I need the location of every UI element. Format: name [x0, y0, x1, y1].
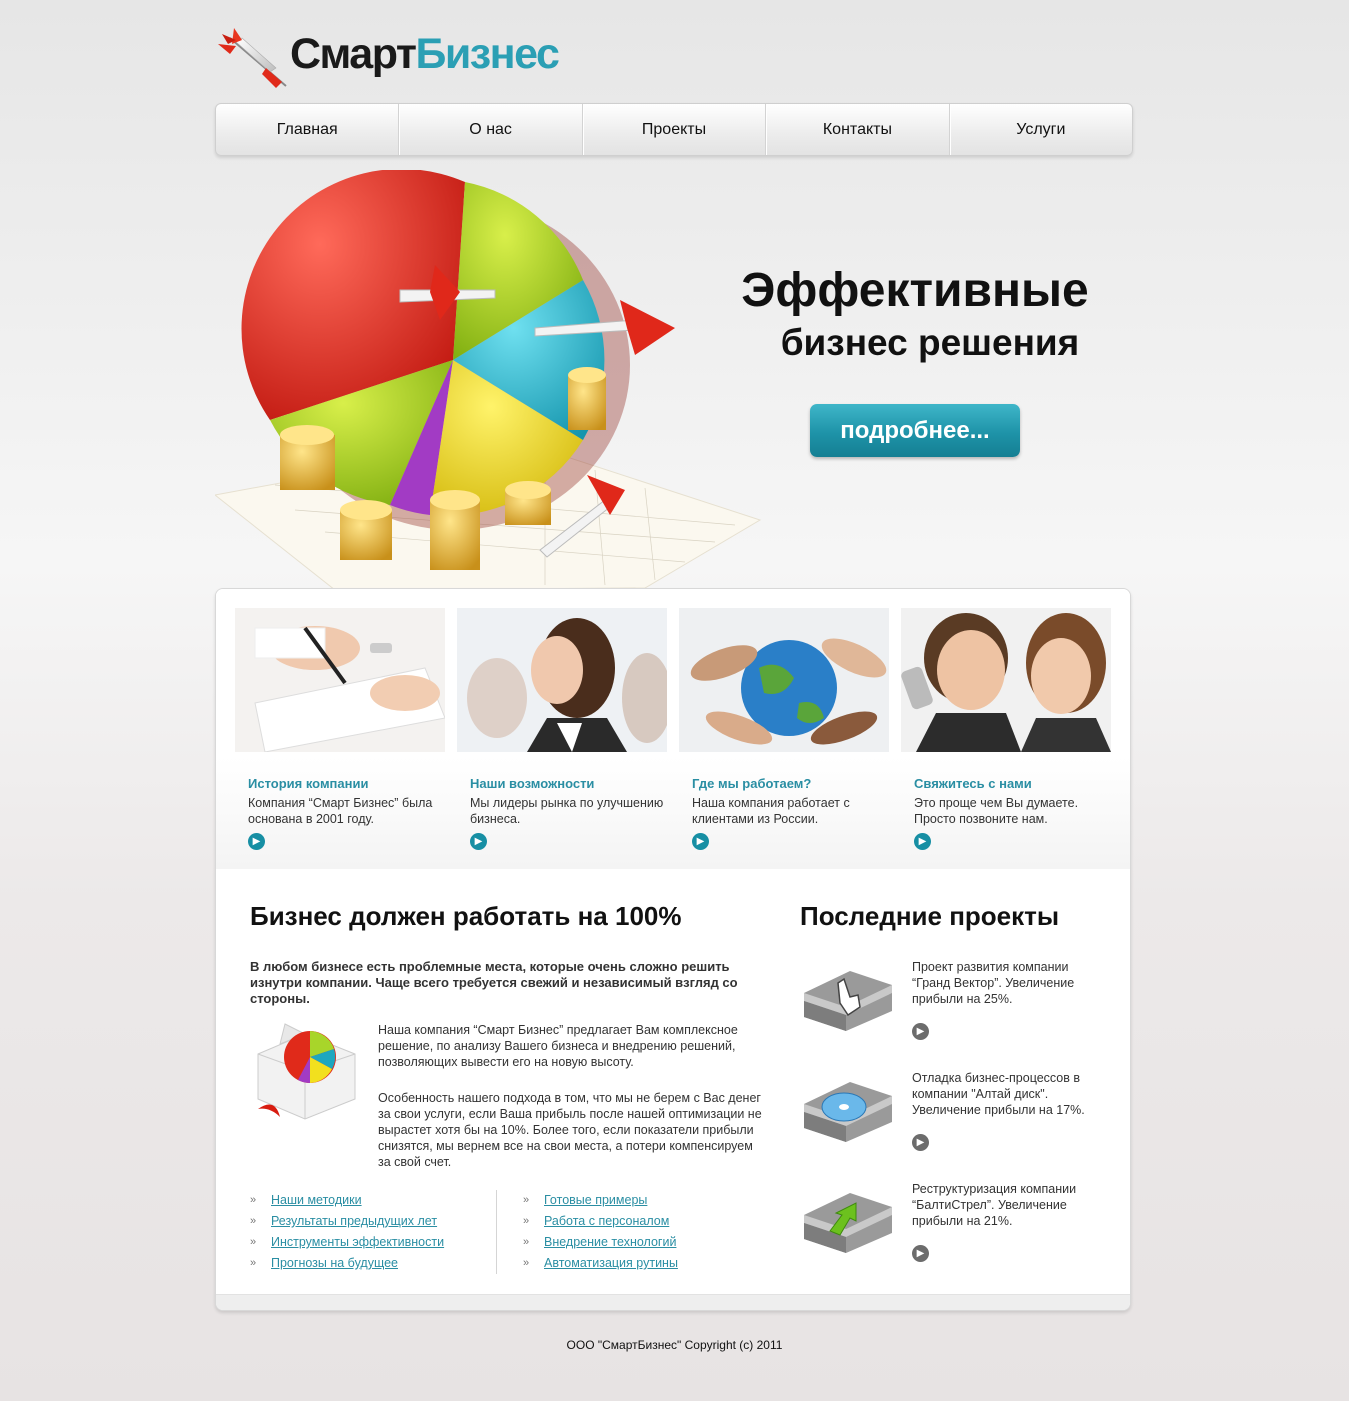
chevron-right-icon: »: [523, 1236, 530, 1248]
logo-text-part2: Бизнес: [415, 30, 559, 78]
list-item: » Наши методики: [250, 1190, 444, 1211]
chevron-right-icon: »: [523, 1215, 530, 1227]
project-text: Реструктуризация компании “БалтиСтрел”. …: [912, 1182, 1077, 1228]
hero-title: Эффективные бизнес решения: [700, 262, 1120, 366]
project-more-arrow-icon[interactable]: ▶: [912, 1023, 929, 1040]
feature-text: Мы лидеры рынка по улучшению бизнеса.: [470, 796, 664, 826]
feature-card-history: История компании Компания “Смарт Бизнес”…: [235, 608, 446, 850]
links-divider: [496, 1190, 497, 1274]
chevron-right-icon: »: [250, 1257, 257, 1269]
project-item: Отладка бизнес-процессов в компании "Алт…: [800, 1070, 1100, 1170]
paragraph-offer: Наша компания “Смарт Бизнес” предлагает …: [378, 1023, 738, 1069]
project-more-arrow-icon[interactable]: ▶: [912, 1245, 929, 1262]
site-logo[interactable]: СмартБизнес: [216, 24, 576, 90]
link-tools[interactable]: Инструменты эффективности: [271, 1235, 444, 1249]
intro-text: В любом бизнесе есть проблемные места, к…: [250, 959, 738, 1006]
nav-item-projects[interactable]: Проекты: [583, 104, 767, 155]
list-item: » Результаты предыдущих лет: [250, 1211, 444, 1232]
chevron-right-icon: »: [523, 1194, 530, 1206]
dart-logo-icon: [218, 28, 287, 88]
project-text: Отладка бизнес-процессов в компании "Алт…: [912, 1071, 1085, 1117]
project-text: Проект развития компании “Гранд Вектор”.…: [912, 960, 1075, 1006]
nav-item-about[interactable]: О нас: [399, 104, 583, 155]
link-examples[interactable]: Готовые примеры: [544, 1193, 647, 1207]
hero-title-line2: бизнес решения: [780, 322, 1080, 363]
main-heading: Бизнес должен работать на 100%: [250, 901, 682, 931]
list-item: » Прогнозы на будущее: [250, 1253, 444, 1274]
signing-document-photo[interactable]: [235, 608, 446, 753]
feature-title: Свяжитесь с нами: [914, 776, 1032, 791]
link-methods[interactable]: Наши методики: [271, 1193, 362, 1207]
list-item: » Готовые примеры: [523, 1190, 678, 1211]
paragraph-approach: Особенность нашего подхода в том, что мы…: [378, 1091, 762, 1169]
nav-item-services[interactable]: Услуги: [950, 104, 1132, 155]
feature-more-arrow-icon[interactable]: ▶: [470, 833, 487, 850]
project-item: Реструктуризация компании “БалтиСтрел”. …: [800, 1181, 1100, 1281]
main-nav: Главная О нас Проекты Контакты Услуги: [215, 103, 1133, 156]
feature-text: Наша компания работает с клиентами из Ро…: [692, 796, 850, 826]
link-technologies[interactable]: Внедрение технологий: [544, 1235, 676, 1249]
nav-item-contacts[interactable]: Контакты: [766, 104, 950, 155]
feature-more-arrow-icon[interactable]: ▶: [248, 833, 265, 850]
panel-bottom-strip: [216, 1294, 1130, 1310]
features-row: История компании Компания “Смарт Бизнес”…: [216, 589, 1130, 869]
project-more-arrow-icon[interactable]: ▶: [912, 1134, 929, 1151]
list-item: » Инструменты эффективности: [250, 1232, 444, 1253]
links-list-right: » Готовые примеры » Работа с персоналом » В…: [523, 1190, 678, 1274]
feature-more-arrow-icon[interactable]: ▶: [914, 833, 931, 850]
content-panel: История компании Компания “Смарт Бизнес”…: [215, 588, 1131, 1311]
feature-card-where: Где мы работаем? Наша компания работает …: [679, 608, 889, 850]
chevron-right-icon: »: [250, 1236, 257, 1248]
feature-card-possibilities: Наши возможности Мы лидеры рынка по улуч…: [457, 608, 672, 850]
chevron-right-icon: »: [250, 1215, 257, 1227]
chevron-right-icon: »: [523, 1257, 530, 1269]
list-item: » Автоматизация рутины: [523, 1253, 678, 1274]
hands-globe-photo[interactable]: [679, 608, 889, 752]
pie-chart-darts-coins-icon: [215, 170, 762, 590]
projects-heading: Последние проекты: [800, 901, 1060, 931]
list-item: » Внедрение технологий: [523, 1232, 678, 1253]
footer-copyright: ООО "СмартБизнес" Copyright (c) 2011: [566, 1338, 783, 1352]
chevron-right-icon: »: [250, 1194, 257, 1206]
link-forecasts[interactable]: Прогнозы на будущее: [271, 1256, 398, 1270]
hero-title-line1: Эффективные: [741, 264, 1089, 317]
project-item: Проект развития компании “Гранд Вектор”.…: [800, 959, 1100, 1059]
people-phone-photo[interactable]: [901, 608, 1111, 752]
feature-title: Где мы работаем?: [692, 776, 812, 791]
folder-hand-cursor-icon[interactable]: [800, 963, 896, 1033]
logo-text: СмартБизнес: [290, 28, 560, 80]
links-list-left: » Наши методики » Результаты предыдущих ле…: [250, 1190, 444, 1274]
feature-card-contact: Свяжитесь с нами Это проще чем Вы думает…: [901, 608, 1111, 850]
list-item: » Работа с персоналом: [523, 1211, 678, 1232]
link-automation[interactable]: Автоматизация рутины: [544, 1256, 678, 1270]
folder-green-arrow-icon[interactable]: [800, 1185, 896, 1255]
folder-disc-icon[interactable]: [800, 1074, 896, 1144]
link-results[interactable]: Результаты предыдущих лет: [271, 1214, 437, 1228]
businesswoman-photo[interactable]: [457, 608, 672, 752]
hero-more-button[interactable]: подробнее...: [810, 404, 1020, 457]
feature-title: Наши возможности: [470, 776, 595, 791]
box-pie-chart-icon: [257, 1023, 356, 1120]
feature-text: Компания “Смарт Бизнес” была основана в …: [248, 796, 433, 826]
feature-title: История компании: [248, 776, 369, 791]
feature-more-arrow-icon[interactable]: ▶: [692, 833, 709, 850]
logo-text-part1: Смарт: [290, 30, 417, 78]
nav-item-home[interactable]: Главная: [216, 104, 400, 155]
feature-text: Это проще чем Вы думаете. Просто позвони…: [914, 796, 1079, 826]
link-staff[interactable]: Работа с персоналом: [544, 1214, 669, 1228]
